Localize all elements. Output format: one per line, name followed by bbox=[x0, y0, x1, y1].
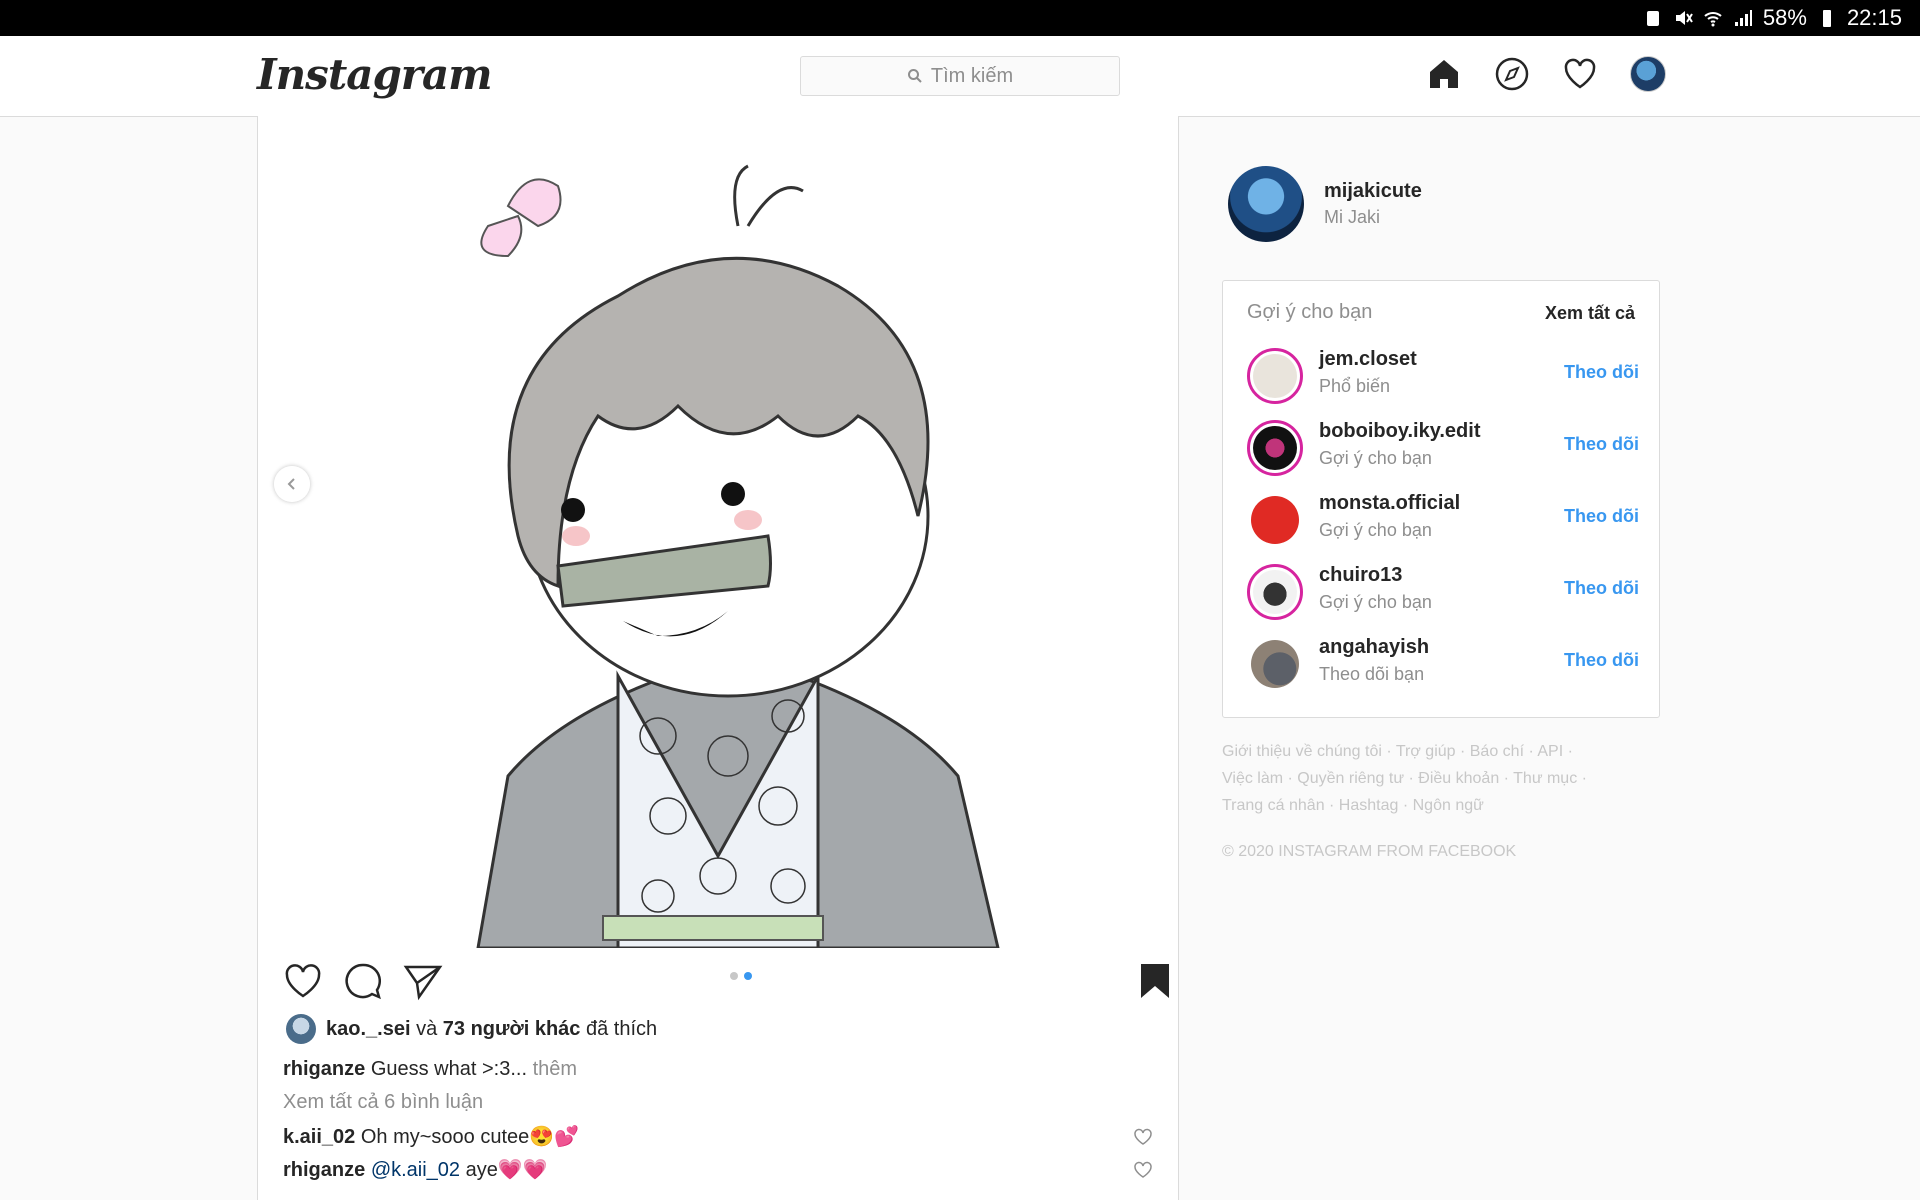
battery-icon bbox=[1822, 10, 1831, 27]
status-bar: 58% 22:15 bbox=[0, 0, 1920, 36]
avatar[interactable] bbox=[1228, 166, 1304, 242]
heart-icon bbox=[1564, 58, 1596, 89]
carousel-dot-active bbox=[744, 972, 752, 980]
caption-username[interactable]: rhiganze bbox=[283, 1058, 365, 1080]
chevron-left-icon bbox=[287, 478, 295, 490]
carousel-prev-button[interactable] bbox=[274, 466, 310, 502]
top-nav: Instagram Tìm kiếm bbox=[0, 36, 1920, 117]
suggestion-username[interactable]: chuiro13 bbox=[1319, 564, 1402, 587]
profile-username[interactable]: mijakicute bbox=[1324, 180, 1422, 203]
view-all-comments-link[interactable]: Xem tất cả 6 bình luận bbox=[283, 1091, 483, 1114]
save-button[interactable] bbox=[1134, 960, 1176, 1002]
suggestion-reason: Phổ biến bbox=[1319, 376, 1391, 396]
suggestion-username[interactable]: boboiboy.iky.edit bbox=[1319, 420, 1480, 443]
suggestion-row: monsta.official Gợi ý cho bạn Theo dõi bbox=[1247, 490, 1639, 550]
comment-button[interactable] bbox=[342, 960, 384, 1002]
current-user-profile[interactable]: mijakicute Mi Jaki bbox=[1228, 166, 1422, 242]
comment-text: aye💗💗 bbox=[465, 1159, 548, 1181]
follow-button[interactable]: Theo dõi bbox=[1564, 578, 1639, 599]
suggestion-username[interactable]: jem.closet bbox=[1319, 348, 1417, 371]
follow-button[interactable]: Theo dõi bbox=[1564, 650, 1639, 671]
post-illustration bbox=[476, 164, 1000, 948]
battery-saver-icon bbox=[1646, 11, 1659, 26]
footer-links: Giới thiệu về chúng tôi · Trợ giúp · Báo… bbox=[1222, 738, 1642, 819]
see-all-link[interactable]: Xem tất cả bbox=[1545, 303, 1635, 324]
carousel-indicator bbox=[730, 972, 752, 980]
comment-mention[interactable]: @k.aii_02 bbox=[371, 1159, 460, 1181]
activity-button[interactable] bbox=[1562, 56, 1598, 92]
comment-username[interactable]: rhiganze bbox=[283, 1159, 365, 1181]
avatar[interactable] bbox=[1247, 348, 1303, 404]
carousel-dot bbox=[730, 972, 738, 980]
suggestion-reason: Theo dõi bạn bbox=[1319, 664, 1425, 684]
search-placeholder: Tìm kiếm bbox=[930, 64, 1014, 87]
suggestions-title: Gợi ý cho bạn bbox=[1247, 301, 1373, 323]
suggestions-panel: Gợi ý cho bạn Xem tất cả jem.closet Phổ … bbox=[1222, 280, 1660, 718]
comment: rhiganze @k.aii_02 aye💗💗 bbox=[283, 1157, 1163, 1182]
caption-more-link[interactable]: thêm bbox=[533, 1058, 577, 1080]
compass-icon bbox=[1495, 57, 1529, 91]
suggestion-reason: Gợi ý cho bạn bbox=[1319, 520, 1432, 540]
instagram-logo[interactable]: Instagram bbox=[257, 50, 493, 99]
avatar[interactable] bbox=[1247, 564, 1303, 620]
suggestion-reason: Gợi ý cho bạn bbox=[1319, 448, 1432, 468]
mute-icon bbox=[1675, 11, 1693, 25]
likes-summary[interactable]: kao._.sei và 73 người khác đã thích bbox=[286, 1014, 657, 1044]
avatar bbox=[1630, 56, 1666, 92]
like-button[interactable] bbox=[282, 960, 324, 1002]
follow-button[interactable]: Theo dõi bbox=[1564, 434, 1639, 455]
footer-links-line[interactable]: Trang cá nhân · Hashtag · Ngôn ngữ bbox=[1222, 792, 1642, 819]
avatar[interactable] bbox=[1247, 492, 1303, 548]
likes-suffix: đã thích bbox=[585, 1017, 658, 1040]
comment-like-icon[interactable] bbox=[1133, 1161, 1153, 1179]
post-image[interactable] bbox=[258, 116, 1178, 948]
clock: 22:15 bbox=[1846, 5, 1902, 30]
avatar[interactable] bbox=[1247, 420, 1303, 476]
suggestion-row: boboiboy.iky.edit Gợi ý cho bạn Theo dõi bbox=[1247, 418, 1639, 478]
suggestion-username[interactable]: angahayish bbox=[1319, 636, 1429, 659]
copyright: © 2020 INSTAGRAM FROM FACEBOOK bbox=[1222, 843, 1517, 860]
search-icon bbox=[907, 69, 922, 83]
explore-button[interactable] bbox=[1494, 56, 1530, 92]
comment-text: Oh my~sooo cutee😍💕 bbox=[360, 1126, 580, 1148]
follow-button[interactable]: Theo dõi bbox=[1564, 362, 1639, 383]
post-actions bbox=[282, 960, 1169, 1010]
suggestion-username[interactable]: monsta.official bbox=[1319, 492, 1460, 515]
home-icon bbox=[1430, 60, 1458, 88]
profile-fullname: Mi Jaki bbox=[1324, 207, 1381, 227]
feed-post: kao._.sei và 73 người khác đã thích rhig… bbox=[257, 116, 1179, 1200]
search-input[interactable]: Tìm kiếm bbox=[800, 56, 1120, 96]
likes-and: và bbox=[416, 1017, 438, 1040]
caption-text: Guess what >:3... bbox=[370, 1058, 528, 1080]
follow-button[interactable]: Theo dõi bbox=[1564, 506, 1639, 527]
likes-others[interactable]: 73 người khác bbox=[443, 1018, 581, 1040]
suggestion-row: jem.closet Phổ biến Theo dõi bbox=[1247, 346, 1639, 406]
battery-level: 58% bbox=[1762, 5, 1807, 30]
comment: k.aii_02 Oh my~sooo cutee😍💕 bbox=[283, 1124, 1163, 1149]
suggestion-row: angahayish Theo dõi bạn Theo dõi bbox=[1247, 634, 1639, 694]
footer-links-line[interactable]: Giới thiệu về chúng tôi · Trợ giúp · Báo… bbox=[1222, 738, 1642, 765]
suggestion-row: chuiro13 Gợi ý cho bạn Theo dõi bbox=[1247, 562, 1639, 622]
liker-username[interactable]: kao._.sei bbox=[326, 1018, 411, 1040]
wifi-icon bbox=[1704, 12, 1722, 27]
share-button[interactable] bbox=[402, 960, 444, 1002]
footer-links-line[interactable]: Việc làm · Quyền riêng tư · Điều khoản ·… bbox=[1222, 765, 1642, 792]
home-button[interactable] bbox=[1426, 56, 1462, 92]
comment-username[interactable]: k.aii_02 bbox=[283, 1126, 355, 1148]
avatar bbox=[286, 1014, 316, 1044]
profile-button[interactable] bbox=[1630, 56, 1666, 92]
avatar[interactable] bbox=[1247, 636, 1303, 692]
suggestion-reason: Gợi ý cho bạn bbox=[1319, 592, 1432, 612]
comment-like-icon[interactable] bbox=[1133, 1128, 1153, 1146]
post-caption: rhiganze Guess what >:3... thêm bbox=[283, 1058, 577, 1081]
signal-icon bbox=[1734, 10, 1752, 26]
